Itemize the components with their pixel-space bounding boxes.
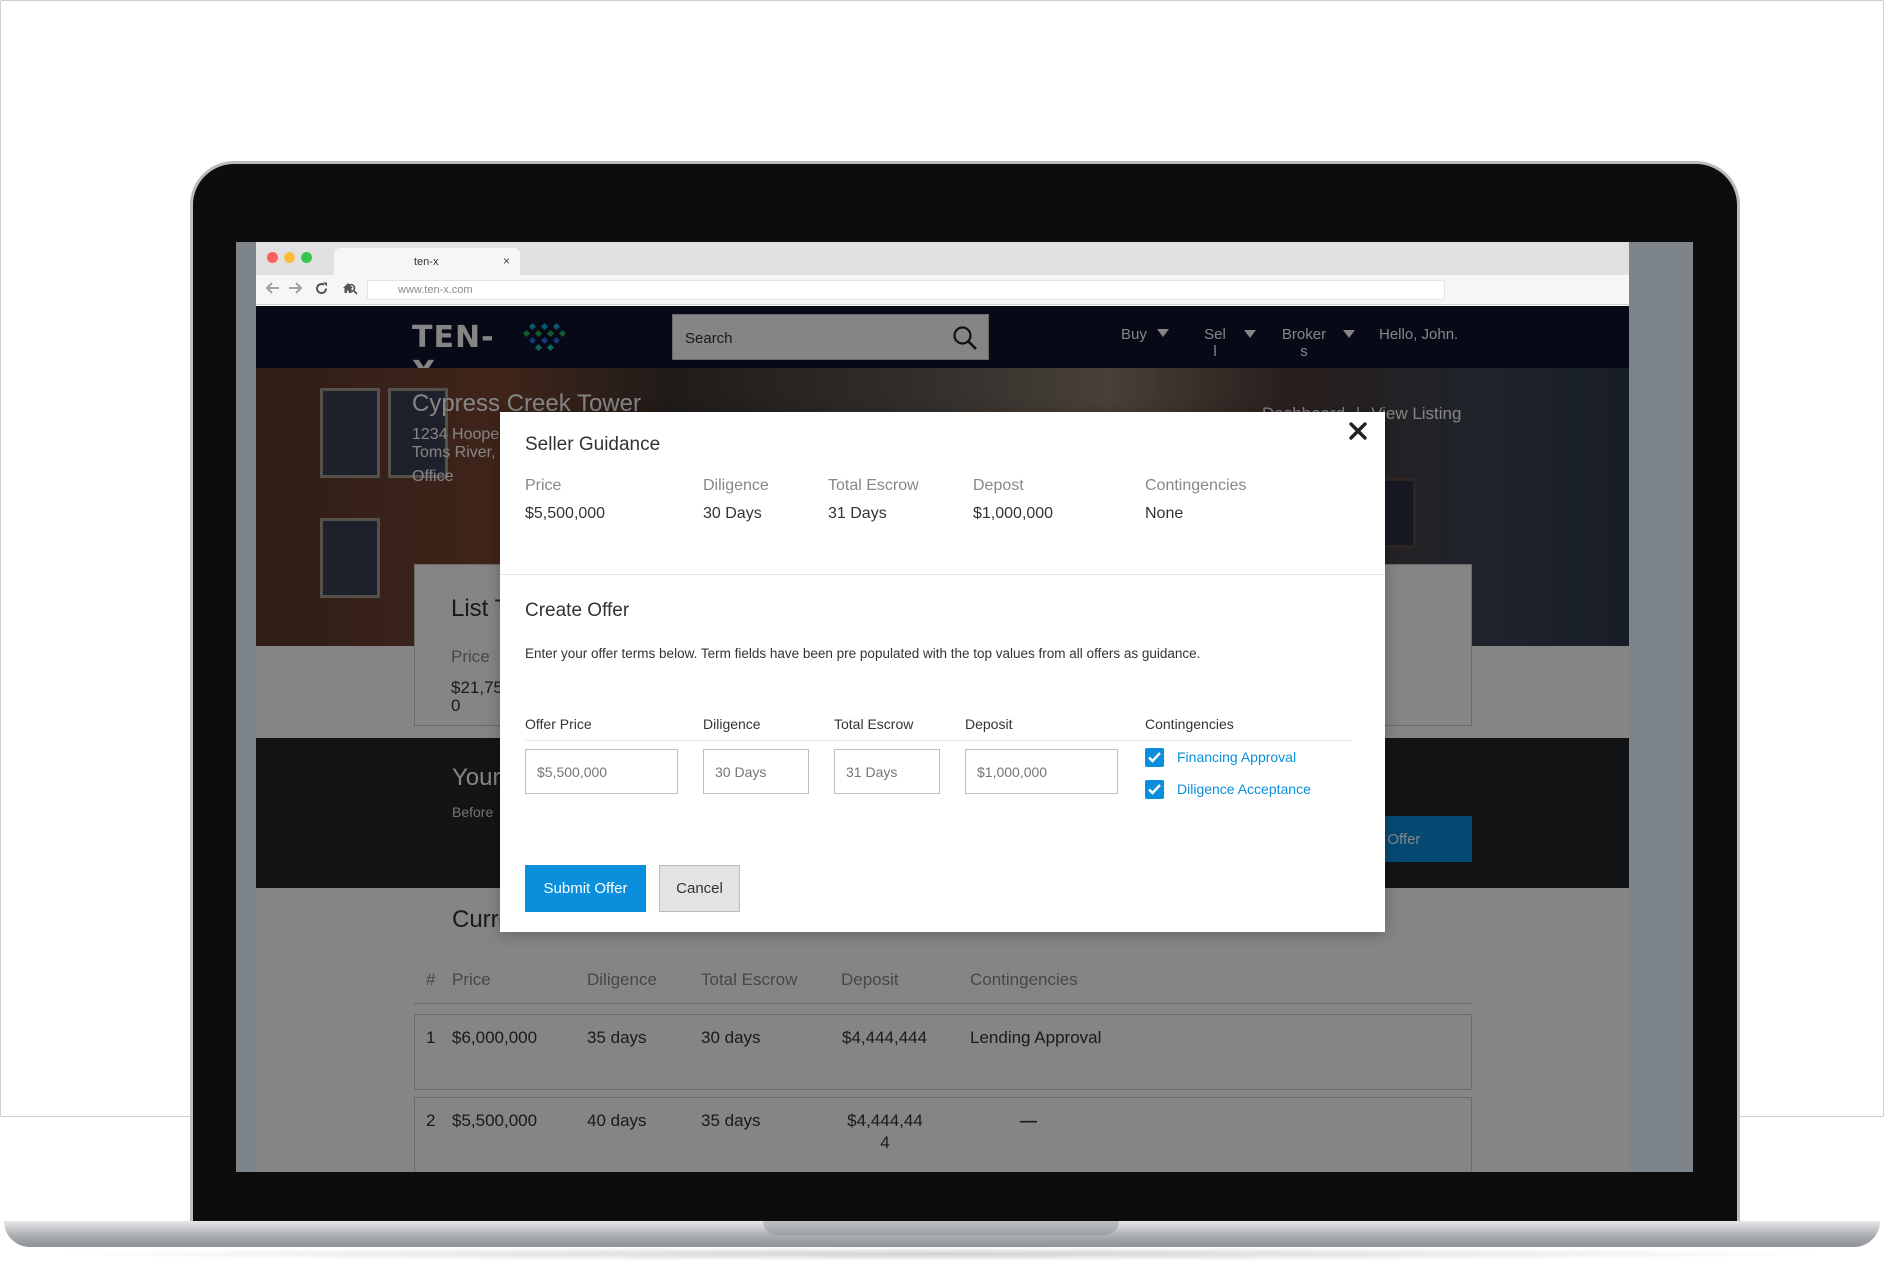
deposit-input[interactable] <box>965 749 1118 794</box>
guidance-contingencies-value: None <box>1145 505 1184 522</box>
create-offer-title: Create Offer <box>525 600 630 621</box>
reload-icon[interactable] <box>315 282 328 298</box>
guidance-contingencies-label: Contingencies <box>1145 477 1247 494</box>
browser-window: ten-x × www.ten-x.com TEN- Search Buy Se… <box>256 242 1629 1172</box>
cancel-button[interactable]: Cancel <box>659 865 740 912</box>
deposit-label: Deposit <box>965 716 1013 732</box>
total-escrow-label: Total Escrow <box>834 716 914 732</box>
guidance-deposit-label: Depost <box>973 477 1024 494</box>
create-offer-modal: Seller Guidance Price $5,500,000 Diligen… <box>500 412 1385 932</box>
create-offer-description: Enter your offer terms below. Term field… <box>525 646 1201 661</box>
diligence-input[interactable] <box>703 749 809 794</box>
window-zoom-dot[interactable] <box>301 252 312 263</box>
checkmark-icon <box>1148 752 1161 763</box>
modal-divider <box>500 574 1385 575</box>
browser-tab-bar: ten-x × <box>256 242 1629 275</box>
diligence-acceptance-checkbox[interactable] <box>1145 780 1164 799</box>
browser-toolbar: www.ten-x.com <box>256 275 1629 305</box>
tab-close-icon[interactable]: × <box>503 254 510 268</box>
financing-approval-label: Financing Approval <box>1177 749 1297 765</box>
address-search-icon <box>346 283 358 298</box>
guidance-diligence-value: 30 Days <box>703 505 762 522</box>
total-escrow-input[interactable] <box>834 749 940 794</box>
guidance-diligence-label: Diligence <box>703 477 769 494</box>
close-icon[interactable] <box>1347 420 1369 442</box>
offer-price-label: Offer Price <box>525 716 592 732</box>
address-url: www.ten-x.com <box>398 284 473 296</box>
contingencies-label: Contingencies <box>1145 716 1234 732</box>
guidance-price-value: $5,500,000 <box>525 505 606 522</box>
browser-tab[interactable]: ten-x × <box>334 248 520 275</box>
fields-divider <box>525 740 1352 741</box>
window-minimize-dot[interactable] <box>284 252 295 263</box>
stage: ten-x × www.ten-x.com TEN- Search Buy Se… <box>0 0 1884 1272</box>
guidance-escrow-value: 31 Days <box>828 505 887 522</box>
web-page: TEN-X Search Buy Sel l <box>256 306 1629 1172</box>
browser-tab-title: ten-x <box>414 256 439 268</box>
guidance-escrow-label: Total Escrow <box>828 477 919 494</box>
guidance-deposit-value: $1,000,000 <box>973 505 1054 522</box>
address-bar[interactable]: www.ten-x.com <box>346 280 1445 300</box>
financing-approval-checkbox[interactable] <box>1145 748 1164 767</box>
back-arrow-icon[interactable] <box>265 282 280 297</box>
seller-guidance-title: Seller Guidance <box>525 434 661 455</box>
checkmark-icon <box>1148 784 1161 795</box>
forward-arrow-icon[interactable] <box>288 282 303 297</box>
guidance-price-label: Price <box>525 477 562 494</box>
window-close-dot[interactable] <box>267 252 278 263</box>
laptop-notch <box>763 1221 1119 1235</box>
diligence-label: Diligence <box>703 716 761 732</box>
diligence-acceptance-label: Diligence Acceptance <box>1177 781 1311 797</box>
laptop-shadow <box>40 1247 1840 1261</box>
submit-offer-button[interactable]: Submit Offer <box>525 865 646 912</box>
offer-price-input[interactable] <box>525 749 678 794</box>
